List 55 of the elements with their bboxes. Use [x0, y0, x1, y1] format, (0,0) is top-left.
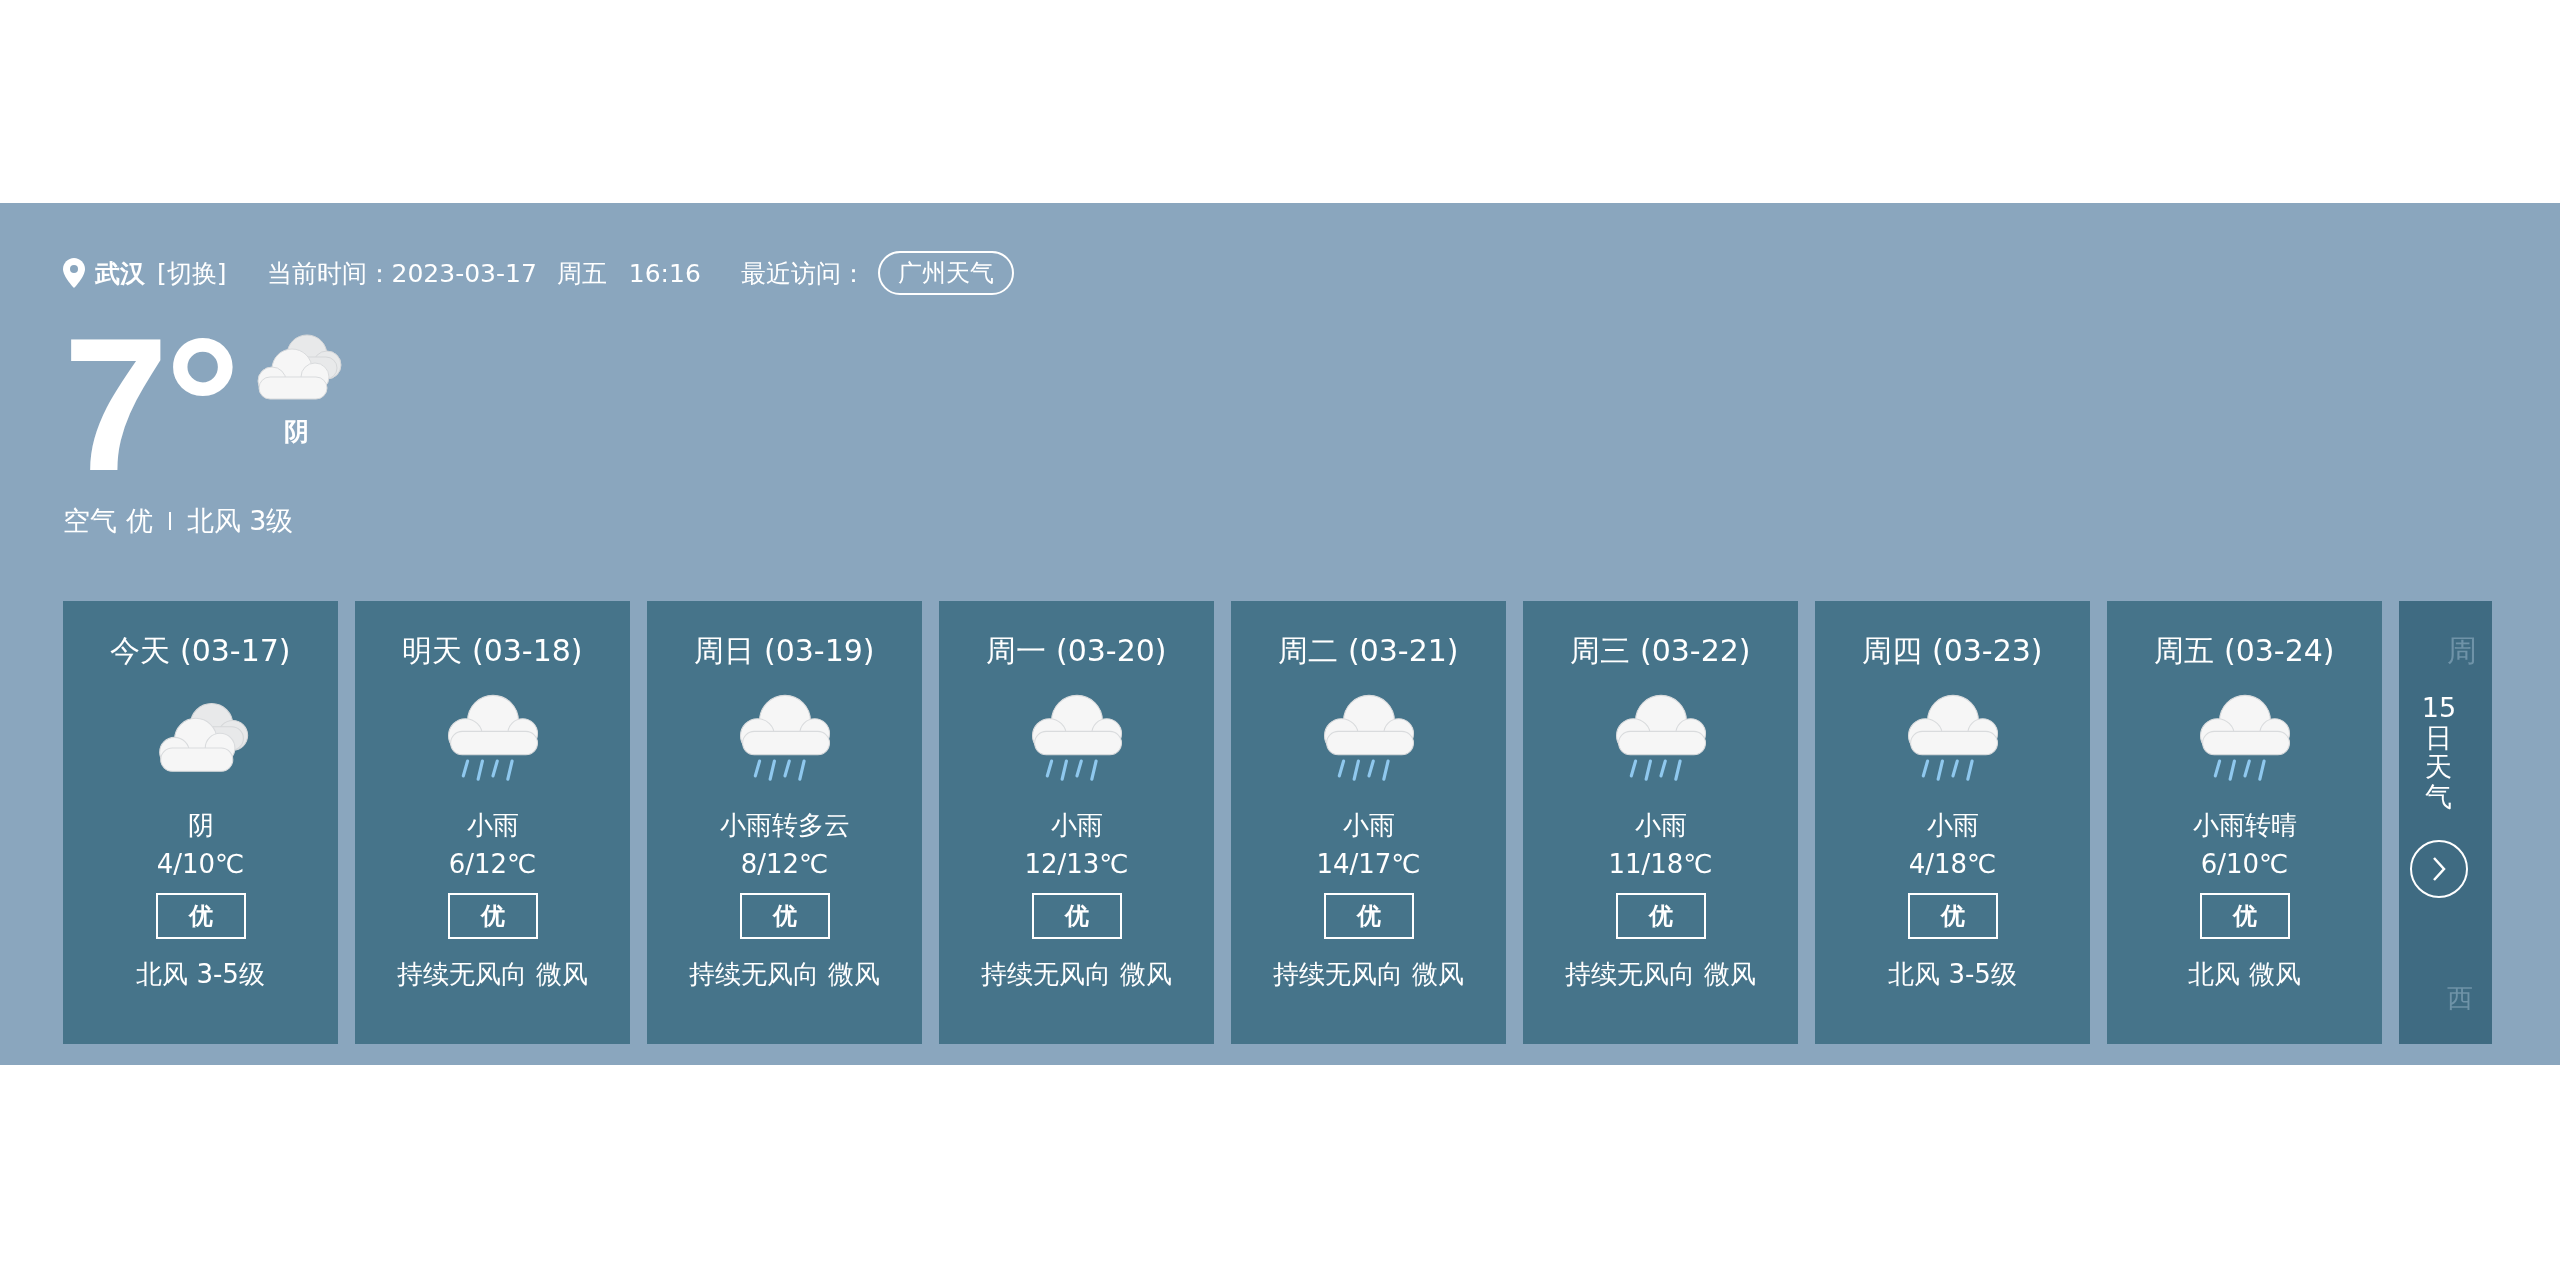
- recent-city-chip[interactable]: 广州天气: [877, 251, 1014, 295]
- fifteen-day-label: 15日天气: [2420, 693, 2458, 812]
- aqi-badge: 优: [1323, 893, 1414, 939]
- day-temperature: 6/10℃: [2200, 849, 2289, 879]
- day-condition: 小雨: [466, 809, 519, 842]
- day-title: 周二 (03-21): [1278, 632, 1459, 670]
- aqi-badge: 优: [155, 893, 246, 939]
- day-title: 周日 (03-19): [694, 632, 875, 670]
- city-name: 武汉: [95, 257, 145, 290]
- day-title: 周三 (03-22): [1570, 632, 1751, 670]
- day-temperature: 11/18℃: [1608, 849, 1713, 879]
- day-title: 周四 (03-23): [1862, 632, 2043, 670]
- day-temperature: 14/17℃: [1316, 849, 1421, 879]
- next-button[interactable]: [2410, 839, 2468, 898]
- aqi-badge: 优: [447, 893, 538, 939]
- day-title: 明天 (03-18): [402, 632, 583, 670]
- aqi-badge: 优: [1615, 893, 1706, 939]
- day-condition: 小雨: [1050, 809, 1103, 842]
- current-time: 16:16: [628, 258, 701, 288]
- air-quality: 空气 优: [63, 504, 153, 538]
- current-temperature: 7°: [63, 309, 237, 499]
- day-condition: 小雨: [1634, 809, 1687, 842]
- day-wind: 持续无风向 微风: [1565, 958, 1756, 991]
- recent-label: 最近访问：: [740, 257, 866, 290]
- aqi-badge: 优: [1907, 893, 1998, 939]
- day-title: 今天 (03-17): [110, 632, 291, 670]
- day-wind: 北风 微风: [2188, 958, 2301, 991]
- aqi-badge: 优: [1031, 893, 1122, 939]
- day-condition: 小雨: [1342, 809, 1395, 842]
- day-wind: 持续无风向 微风: [981, 958, 1172, 991]
- current-condition: 阴: [284, 416, 310, 448]
- current-wind: 北风 3级: [186, 504, 294, 538]
- day-wind: 持续无风向 微风: [1273, 958, 1464, 991]
- day-condition: 小雨: [1926, 809, 1979, 842]
- day-wind: 北风 3-5级: [136, 958, 265, 991]
- day-wind: 北风 3-5级: [1888, 958, 2017, 991]
- current-date: 2023-03-17: [391, 258, 537, 288]
- time-label: 当前时间：: [266, 257, 392, 290]
- aqi-badge: 优: [739, 893, 830, 939]
- day-condition: 小雨转多云: [719, 809, 850, 842]
- day-condition: 阴: [187, 809, 214, 842]
- location-pin-icon: [63, 258, 85, 288]
- day-title: 周一 (03-20): [986, 632, 1167, 670]
- day-temperature: 8/12℃: [740, 849, 829, 879]
- current-weekday: 周五: [556, 257, 607, 290]
- day-condition: 小雨转晴: [2192, 809, 2297, 842]
- day-temperature: 12/13℃: [1024, 849, 1129, 879]
- day-wind: 持续无风向 微风: [397, 958, 588, 991]
- day-temperature: 6/12℃: [448, 849, 537, 879]
- day-temperature: 4/10℃: [156, 849, 245, 879]
- day-title: 周五 (03-24): [2154, 632, 2335, 670]
- switch-city-link[interactable]: [切换]: [157, 256, 227, 290]
- aqi-badge: 优: [2199, 893, 2290, 939]
- day-temperature: 4/18℃: [1908, 849, 1997, 879]
- day-wind: 持续无风向 微风: [689, 958, 880, 991]
